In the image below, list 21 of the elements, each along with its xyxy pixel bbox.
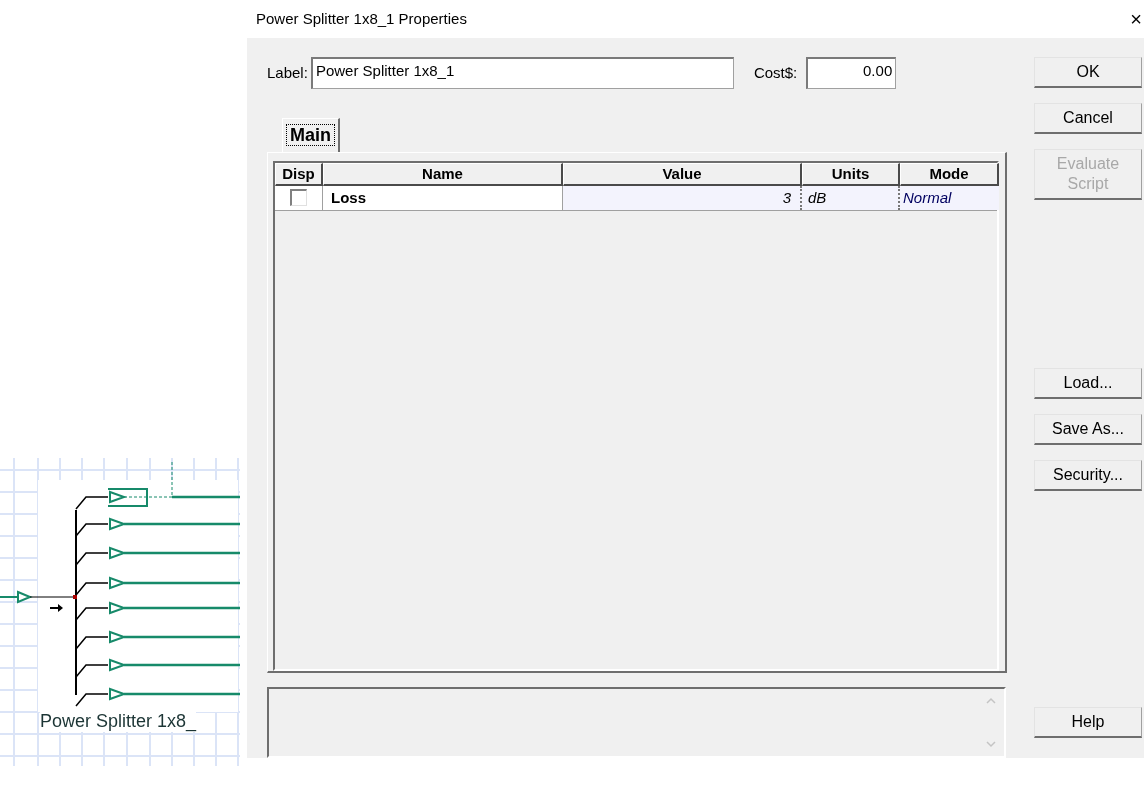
dialog-button[interactable]: Save As...: [1034, 414, 1142, 445]
dialog-button[interactable]: OK: [1034, 57, 1142, 88]
window-title: Power Splitter 1x8_1 Properties: [256, 8, 467, 29]
scroll-down-icon[interactable]: [986, 741, 996, 748]
close-button[interactable]: ×: [1130, 9, 1142, 29]
field-label: Cost$:: [753, 62, 798, 83]
dialog-button[interactable]: Cancel: [1034, 103, 1142, 134]
table-cell: Normal: [900, 185, 999, 210]
dialog-button[interactable]: Help: [1034, 707, 1142, 738]
cost-field[interactable]: 0.00: [806, 57, 897, 89]
scroll-up-icon[interactable]: [986, 696, 996, 704]
tab[interactable]: Main: [282, 117, 340, 153]
label-field[interactable]: Power Splitter 1x8_1: [310, 57, 734, 89]
table-cell: dB: [802, 185, 900, 210]
checkbox[interactable]: [290, 189, 307, 207]
component-label: Power Splitter 1x8_: [40, 710, 197, 732]
field-label: Label:: [267, 62, 308, 83]
dialog-button[interactable]: Load...: [1034, 368, 1142, 399]
table-cell: Loss: [323, 185, 563, 210]
dialog-button[interactable]: Security...: [1034, 460, 1142, 491]
table-cell: 3: [563, 185, 802, 210]
